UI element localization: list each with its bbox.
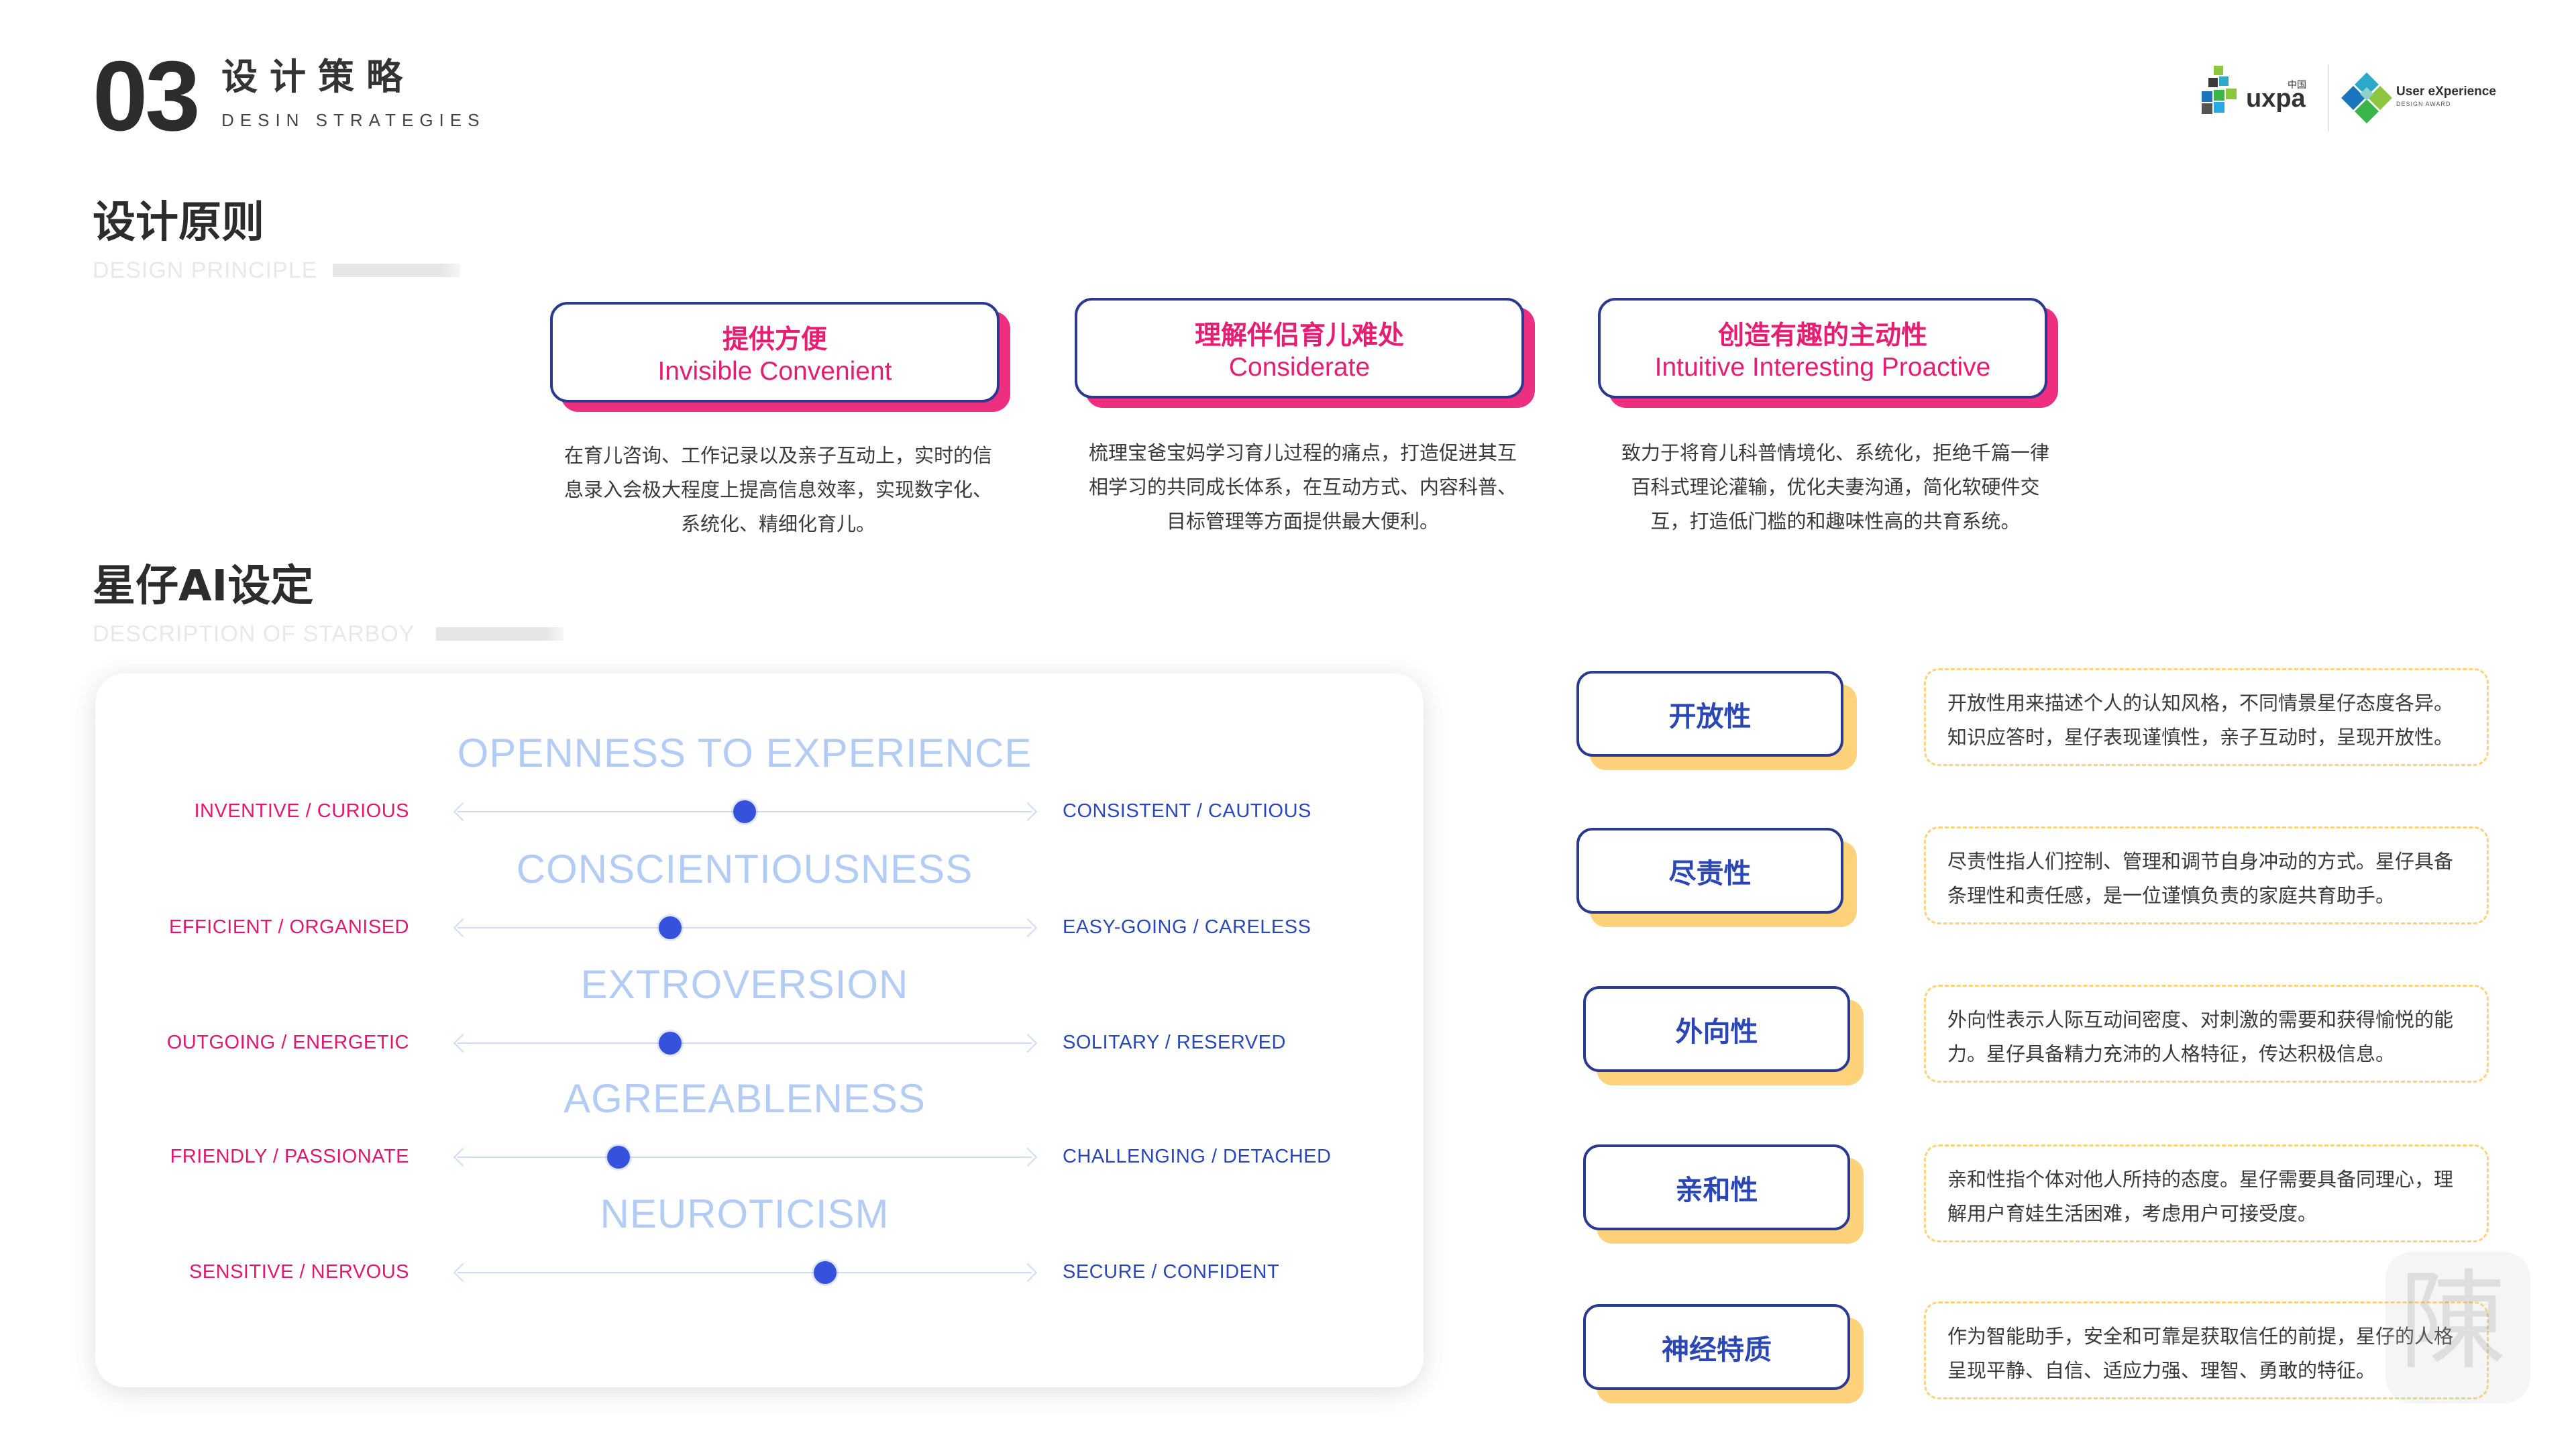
trait-slider-track [458, 1157, 1032, 1158]
heading-decor-bar [333, 264, 460, 277]
trait-title: AGREEABLENESS [564, 1076, 926, 1121]
trait-slider-knob [606, 1146, 630, 1169]
trait-title: CONSCIENTIOUSNESS [516, 847, 973, 892]
trait-left-pole: SENSITIVE / NERVOUS [189, 1261, 409, 1283]
principle-desc: 致力于将育儿科普情境化、系统化，拒绝千篇一律百科式理论灌输，优化夫妻沟通，简化软… [1621, 441, 2049, 533]
trait-title: EXTROVERSION [580, 962, 909, 1007]
trait-tag-label: 亲和性 [1583, 1144, 1850, 1230]
section-number: 03 [93, 41, 201, 152]
trait-desc: 尽责性指人们控制、管理和调节自身冲动的方式。星仔具备条理性和责任感，是一位谨慎负… [1924, 826, 2489, 924]
arrow-right-icon [1018, 1033, 1038, 1053]
heading-decor-bar [436, 627, 564, 641]
trait-desc: 外向性表示人际互动间密度、对刺激的需要和获得愉悦的能力。星仔具备精力充沛的人格特… [1924, 985, 2489, 1083]
trait-slider-track [458, 927, 1032, 928]
arrow-right-icon [1018, 1147, 1038, 1167]
trait-title: NEUROTICISM [600, 1191, 890, 1236]
trait-right-pole: SECURE / CONFIDENT [1063, 1261, 1280, 1283]
ux-award-logo: User eXperience DESIGN AWARD [2340, 70, 2501, 126]
principles-heading: 设计原则 [93, 198, 264, 248]
starboy-heading: 星仔AI设定 [93, 561, 314, 611]
trait-right-pole: SOLITARY / RESERVED [1063, 1032, 1286, 1053]
trait-left-pole: OUTGOING / ENERGETIC [166, 1032, 409, 1053]
arrow-left-icon [453, 802, 473, 822]
arrow-right-icon [1018, 918, 1038, 938]
trait-desc: 亲和性指个体对他人所持的态度。星仔需要具备同理心，理解用户育娃生活困难，考虑用户… [1924, 1144, 2489, 1242]
principle-title-cn: 创造有趣的主动性 [1717, 321, 1927, 351]
trait-tag: 外向性 [1583, 986, 1864, 1085]
principle-title-cn: 提供方便 [722, 325, 827, 355]
trait-tag: 亲和性 [1583, 1144, 1864, 1244]
trait-tag-label: 神经特质 [1583, 1304, 1850, 1390]
trait-title: OPENNESS TO EXPERIENCE [457, 731, 1032, 775]
uxpa-logo: uxpa 中国 [2199, 64, 2313, 123]
principle-title-cn: 理解伴侣育儿难处 [1194, 321, 1404, 351]
logo-divider [2328, 64, 2329, 131]
trait-tag: 尽责性 [1576, 828, 1857, 927]
principle-title-en: Invisible Convenient [657, 356, 892, 386]
starboy-heading-en: DESCRIPTION OF STARBOY [93, 621, 415, 647]
trait-slider-knob [813, 1261, 837, 1284]
seal-stamp: 陳 [2385, 1252, 2530, 1403]
trait-slider-track [458, 1042, 1032, 1044]
trait-slider-knob [733, 800, 756, 823]
trait-tag-label: 外向性 [1583, 986, 1850, 1072]
ux-award-title: User eXperience [2396, 85, 2496, 99]
trait-left-pole: FRIENDLY / PASSIONATE [170, 1146, 409, 1167]
principle-desc: 在育儿咨询、工作记录以及亲子互动上，实时的信息录入会极大程度上提高信息效率，实现… [564, 444, 992, 535]
trait-slider-knob [658, 916, 682, 939]
uxpa-cube-icon [2202, 66, 2237, 114]
ux-award-diamond-icon [2341, 72, 2392, 123]
trait-right-pole: EASY-GOING / CARELESS [1063, 916, 1311, 938]
arrow-left-icon [453, 1263, 473, 1283]
principle-title-en: Considerate [1228, 352, 1371, 382]
trait-tag: 开放性 [1576, 671, 1857, 770]
arrow-left-icon [453, 918, 473, 938]
principles-heading-en: DESIGN PRINCIPLE [93, 258, 318, 283]
arrow-right-icon [1018, 1263, 1038, 1283]
trait-left-pole: INVENTIVE / CURIOUS [194, 800, 409, 822]
trait-right-pole: CONSISTENT / CAUTIOUS [1063, 800, 1311, 822]
trait-left-pole: EFFICIENT / ORGANISED [168, 916, 409, 938]
principle-desc: 梳理宝爸宝妈学习育儿过程的痛点，打造促进其互相学习的共同成长体系，在互动方式、内… [1088, 441, 1517, 533]
trait-right-pole: CHALLENGING / DETACHED [1063, 1146, 1332, 1167]
trait-slider-track [458, 1272, 1032, 1273]
trait-desc: 开放性用来描述个人的认知风格，不同情景星仔态度各异。知识应答时，星仔表现谨慎性，… [1924, 668, 2489, 766]
arrow-left-icon [453, 1033, 473, 1053]
principle-card: 创造有趣的主动性 Intuitive Interesting Proactive [1598, 298, 2058, 408]
trait-tag-label: 开放性 [1576, 671, 1843, 757]
principle-title-en: Intuitive Interesting Proactive [1654, 352, 1991, 382]
trait-tag: 神经特质 [1583, 1304, 1864, 1403]
principle-card: 理解伴侣育儿难处 Considerate [1075, 298, 1535, 408]
principle-card: 提供方便 Invisible Convenient [550, 302, 1010, 412]
arrow-right-icon [1018, 802, 1038, 822]
uxpa-logo-cn: 中国 [2288, 80, 2306, 91]
arrow-left-icon [453, 1147, 473, 1167]
trait-slider-knob [658, 1032, 682, 1055]
trait-tag-label: 尽责性 [1576, 828, 1843, 914]
personality-card: OPENNESS TO EXPERIENCE INVENTIVE / CURIOU… [95, 674, 1424, 1387]
section-title: 设计策略 [221, 56, 415, 98]
ux-award-subtitle: DESIGN AWARD [2396, 101, 2451, 107]
section-subtitle: DESIN STRATEGIES [221, 110, 486, 130]
